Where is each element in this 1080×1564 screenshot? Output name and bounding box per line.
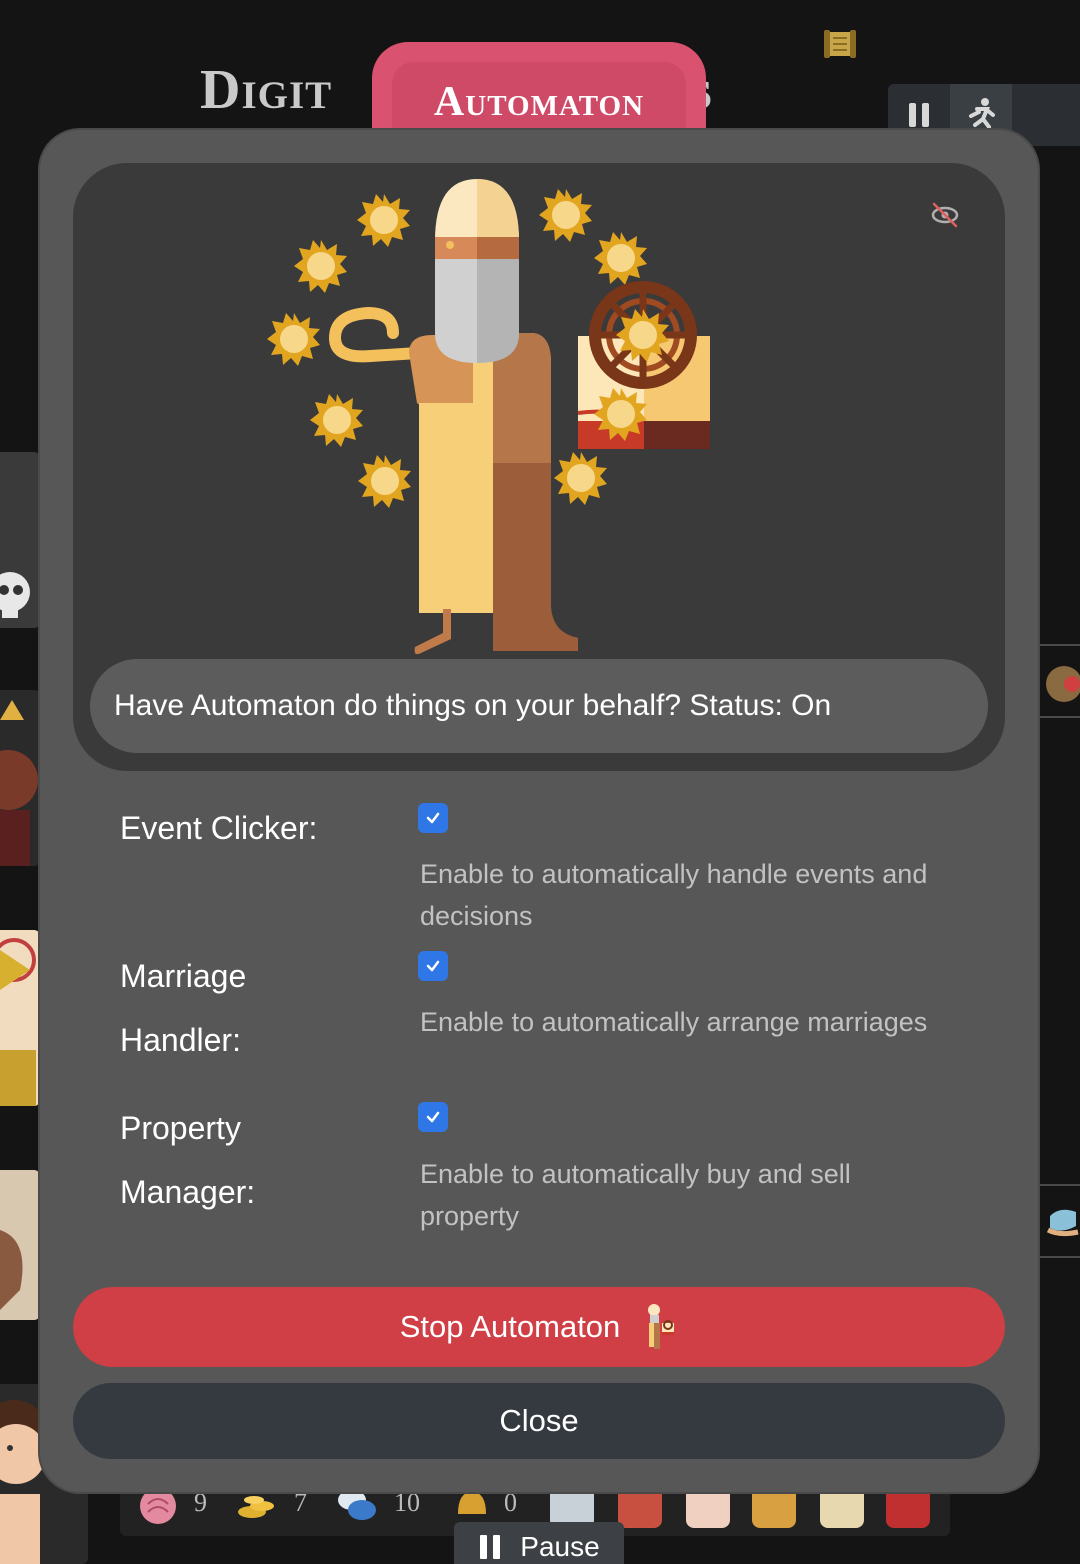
pause-icon	[480, 1535, 501, 1559]
option-label: Event Clicker:	[120, 810, 318, 846]
item-card[interactable]	[1040, 644, 1080, 718]
portrait-icon	[0, 938, 36, 1106]
character-card[interactable]	[0, 690, 40, 866]
checkmark-icon	[426, 1111, 440, 1123]
money-bag-icon	[1046, 666, 1080, 702]
option-label: Marriage Handler:	[120, 958, 247, 1058]
character-card[interactable]	[0, 930, 40, 1106]
stat-value: 0	[504, 1488, 517, 1517]
stat-value: 10	[394, 1488, 420, 1517]
option-label: Property Manager:	[120, 1110, 256, 1210]
hands-icon	[1046, 1209, 1079, 1237]
pause-icon	[909, 103, 929, 127]
background-title-left: Digit	[200, 59, 333, 121]
automaton-icon	[648, 1304, 675, 1349]
property-manager-checkbox[interactable]	[418, 1102, 448, 1132]
scroll-icon[interactable]	[822, 28, 858, 60]
option-description: Enable to automatically arrange marriage…	[420, 1007, 928, 1037]
portrait-icon	[0, 700, 38, 866]
stat-value: 7	[294, 1488, 307, 1517]
checkmark-icon	[426, 812, 440, 824]
automaton-modal: Have Automaton do things on your behalf?…	[40, 130, 1038, 1492]
option-description: Enable to automatically handle events an…	[420, 859, 928, 931]
pause-button[interactable]: Pause	[454, 1522, 624, 1564]
marriage-handler-checkbox[interactable]	[418, 951, 448, 981]
skull-icon	[0, 572, 30, 618]
automaton-status: Have Automaton do things on your behalf?…	[90, 659, 988, 753]
character-card[interactable]	[0, 452, 40, 628]
stop-automaton-button[interactable]: Stop Automaton	[73, 1287, 1005, 1367]
close-button[interactable]: Close	[73, 1383, 1005, 1459]
checkmark-icon	[426, 960, 440, 972]
pause-label: Pause	[520, 1531, 600, 1562]
stat-value: 9	[194, 1488, 207, 1517]
automaton-hero: Have Automaton do things on your behalf?…	[73, 163, 1005, 771]
stop-automaton-label: Stop Automaton	[399, 1309, 621, 1344]
automaton-illustration	[266, 179, 710, 655]
event-clicker-checkbox[interactable]	[418, 803, 448, 833]
character-card[interactable]	[0, 1170, 40, 1320]
eye-slash-icon[interactable]	[929, 199, 961, 231]
portrait-icon	[0, 1230, 23, 1310]
option-description: Enable to automatically buy and sell pro…	[420, 1159, 851, 1231]
item-card[interactable]	[1040, 1184, 1080, 1258]
running-icon	[969, 98, 995, 129]
